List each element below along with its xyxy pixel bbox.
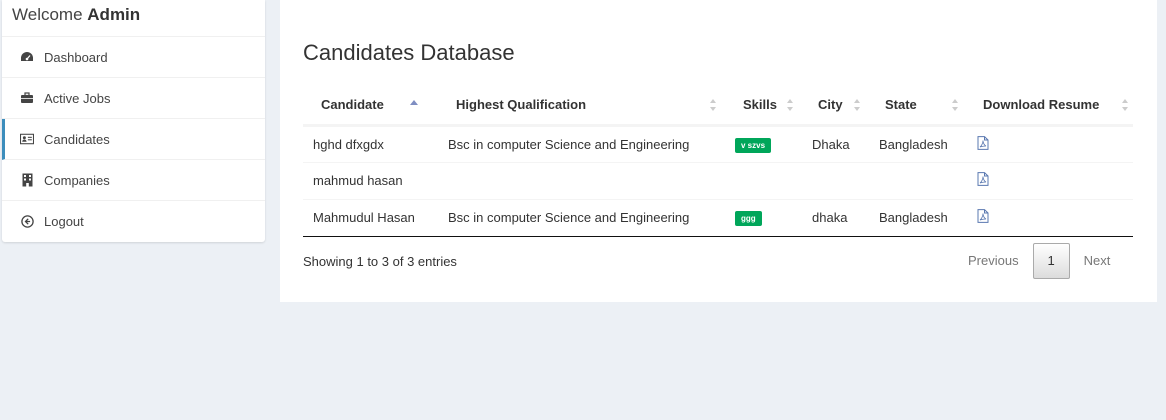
sidebar-item-label: Logout — [44, 214, 84, 229]
welcome-prefix: Welcome — [12, 5, 83, 24]
welcome-username: Admin — [87, 5, 141, 24]
column-header-candidate[interactable]: Candidate — [303, 85, 438, 127]
table-info: Showing 1 to 3 of 3 entries — [303, 254, 457, 269]
pdf-file-icon[interactable] — [977, 135, 989, 153]
briefcase-icon — [20, 91, 34, 105]
id-card-icon — [20, 132, 34, 146]
cell-candidate: mahmud hasan — [303, 161, 438, 199]
pdf-file-icon[interactable] — [977, 172, 989, 189]
table-row: hghd dfxgdx Bsc in computer Science and … — [303, 124, 1133, 162]
cell-qualification: Bsc in computer Science and Engineering — [438, 124, 725, 162]
cell-city: dhaka — [802, 198, 869, 237]
page-1-button[interactable]: 1 — [1032, 243, 1070, 279]
previous-page-button[interactable]: Previous — [954, 243, 1033, 279]
cell-resume — [967, 124, 1133, 162]
column-header-qualification[interactable]: Highest Qualification — [438, 85, 725, 127]
building-icon — [20, 173, 34, 187]
cell-resume — [967, 198, 1133, 237]
cell-qualification — [438, 161, 725, 199]
cell-candidate: hghd dfxgdx — [303, 124, 438, 162]
sort-ascending-icon — [410, 100, 418, 105]
sidebar-item-label: Active Jobs — [44, 90, 111, 106]
sidebar-item-dashboard[interactable]: Dashboard — [2, 37, 265, 78]
table-row: Mahmudul Hasan Bsc in computer Science a… — [303, 198, 1133, 237]
cell-state — [869, 161, 967, 199]
pdf-file-icon[interactable] — [977, 209, 989, 226]
column-header-resume[interactable]: Download Resume — [967, 85, 1133, 127]
sidebar-item-label: Companies — [44, 172, 110, 188]
page-title: Candidates Database — [303, 40, 515, 65]
cell-city — [802, 161, 869, 199]
cell-skills: ggg — [725, 198, 802, 237]
skill-badge: ggg — [735, 211, 762, 226]
sort-both-icon — [1122, 99, 1128, 111]
cell-skills: v szvs — [725, 124, 802, 162]
pagination: Previous 1 Next — [954, 243, 1124, 279]
cell-city: Dhaka — [802, 124, 869, 162]
sidebar-item-candidates[interactable]: Candidates — [2, 119, 265, 160]
sidebar-item-label: Candidates — [44, 131, 110, 147]
sort-both-icon — [854, 99, 860, 111]
table-header-row: Candidate Highest Qualification Skills C… — [303, 85, 1133, 127]
sidebar: Welcome Admin Dashboard Active Jobs Cand… — [2, 0, 265, 242]
cell-state: Bangladesh — [869, 124, 967, 162]
dashboard-icon — [20, 50, 34, 64]
sidebar-item-active-jobs[interactable]: Active Jobs — [2, 78, 265, 119]
table-row: mahmud hasan — [303, 161, 1133, 199]
column-header-city[interactable]: City — [802, 85, 869, 127]
sidebar-item-companies[interactable]: Companies — [2, 160, 265, 201]
column-header-state[interactable]: State — [869, 85, 967, 127]
cell-resume — [967, 161, 1133, 199]
sort-both-icon — [952, 99, 958, 111]
cell-qualification: Bsc in computer Science and Engineering — [438, 198, 725, 237]
logout-icon — [20, 215, 34, 229]
sidebar-item-label: Dashboard — [44, 49, 108, 65]
welcome-header: Welcome Admin — [2, 0, 265, 37]
column-header-skills[interactable]: Skills — [725, 85, 802, 127]
candidates-table: Candidate Highest Qualification Skills C… — [303, 85, 1133, 237]
cell-state: Bangladesh — [869, 198, 967, 237]
content-panel: Candidates Database Candidate Highest Qu… — [280, 0, 1157, 302]
next-page-button[interactable]: Next — [1070, 243, 1125, 279]
sort-both-icon — [787, 99, 793, 111]
cell-skills — [725, 161, 802, 199]
skill-badge: v szvs — [735, 137, 772, 153]
cell-candidate: Mahmudul Hasan — [303, 198, 438, 237]
sort-both-icon — [710, 99, 716, 111]
sidebar-item-logout[interactable]: Logout — [2, 201, 265, 242]
